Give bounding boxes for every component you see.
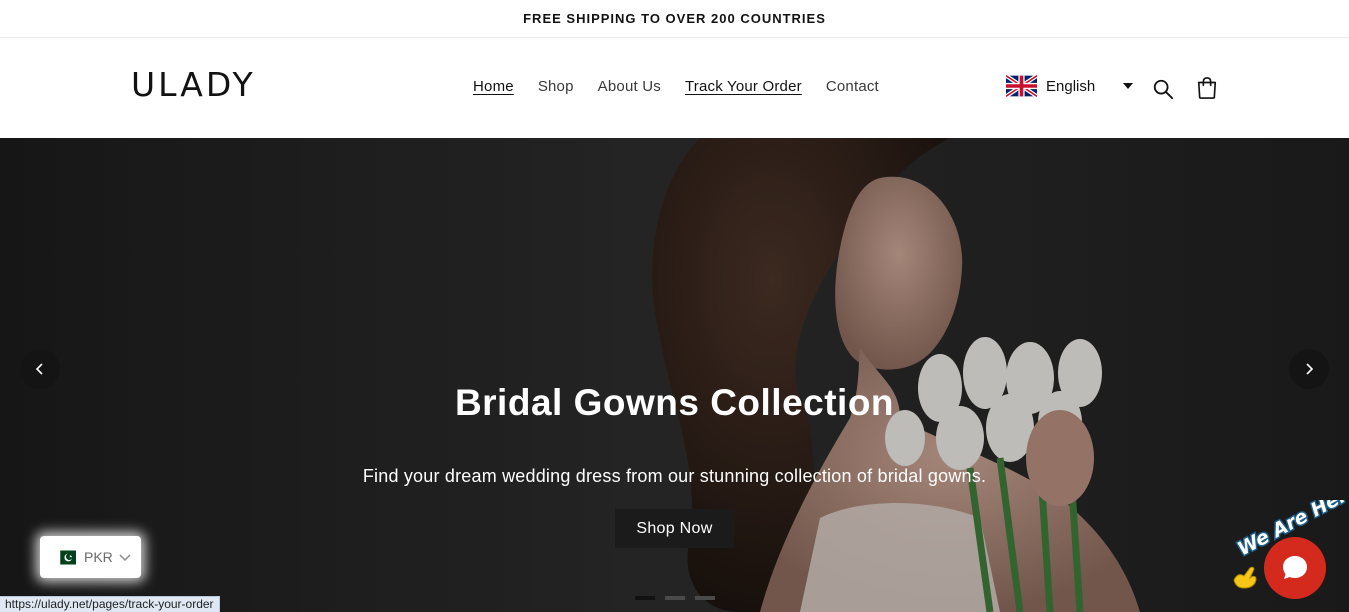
slide-dot-1[interactable] (635, 596, 655, 600)
currency-code: PKR (84, 549, 113, 565)
nav-item-home[interactable]: Home (473, 78, 514, 96)
main-nav: Home Shop About Us Track Your Order Cont… (473, 78, 903, 96)
cart-icon[interactable] (1196, 76, 1218, 100)
chevron-down-icon (119, 554, 131, 562)
language-selector[interactable]: English (1006, 75, 1133, 97)
shop-now-button[interactable]: Shop Now (615, 509, 734, 548)
page: FREE SHIPPING TO OVER 200 COUNTRIES ULAD… (0, 0, 1349, 612)
chat-bubble-icon (1283, 556, 1307, 579)
uk-flag-icon (1006, 75, 1037, 97)
slide-next-button[interactable] (1289, 349, 1329, 389)
site-logo[interactable]: ULADY (131, 68, 256, 101)
slide-prev-button[interactable] (20, 349, 60, 389)
site-header: ULADY Home Shop About Us Track Your Orde… (0, 38, 1349, 137)
announcement-bar: FREE SHIPPING TO OVER 200 COUNTRIES (0, 0, 1349, 38)
slide-pagination (635, 596, 715, 600)
status-bar-url: https://ulady.net/pages/track-your-order (0, 596, 220, 612)
nav-item-shop[interactable]: Shop (538, 78, 574, 96)
nav-item-track-your-order[interactable]: Track Your Order (685, 78, 802, 96)
nav-item-contact[interactable]: Contact (826, 78, 879, 96)
chevron-left-icon (35, 363, 43, 375)
chat-launcher-button[interactable] (1264, 537, 1326, 599)
search-icon[interactable] (1152, 78, 1174, 100)
announcement-text: FREE SHIPPING TO OVER 200 COUNTRIES (523, 11, 826, 26)
language-label: English (1046, 77, 1096, 95)
caret-down-icon (1123, 83, 1133, 89)
slide-dot-3[interactable] (695, 596, 715, 600)
nav-item-about-us[interactable]: About Us (598, 78, 661, 96)
currency-selector[interactable]: PKR (40, 536, 141, 578)
pakistan-flag-icon (55, 550, 76, 564)
hero-subtitle: Find your dream wedding dress from our s… (362, 466, 987, 486)
hero-slideshow: Bridal Gowns Collection Find your dream … (0, 138, 1349, 612)
chevron-right-icon (1306, 363, 1314, 375)
slide-dot-2[interactable] (665, 596, 685, 600)
hero-title: Bridal Gowns Collection (454, 382, 895, 423)
